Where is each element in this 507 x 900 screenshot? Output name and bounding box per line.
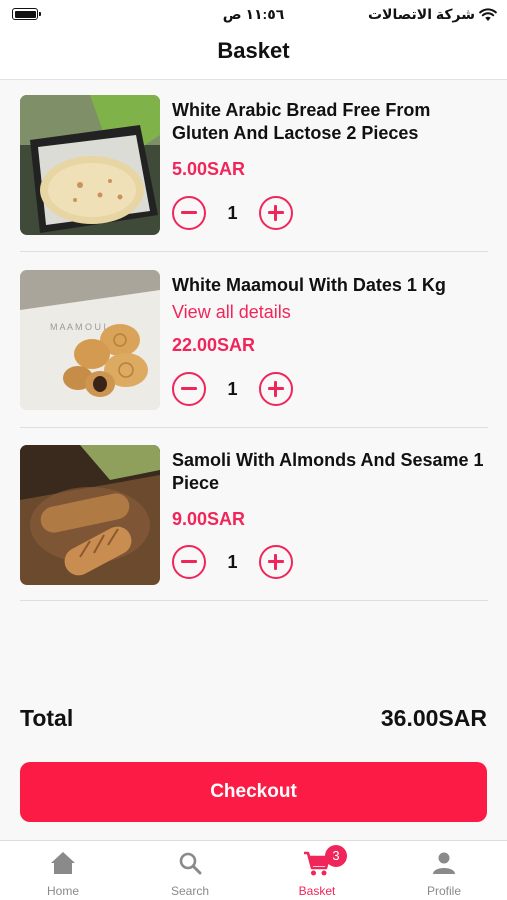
total-label: Total <box>20 705 74 731</box>
quantity-stepper: 1 <box>172 372 293 406</box>
product-price: 22.00SAR <box>172 335 256 355</box>
quantity-stepper: 1 <box>172 545 293 579</box>
decrease-quantity-button[interactable] <box>172 196 206 230</box>
tab-profile[interactable]: Profile <box>381 841 507 900</box>
product-image-arabic-bread[interactable] <box>20 95 160 235</box>
header: Basket <box>0 28 507 80</box>
product-image-maamoul[interactable]: M A A M O U L <box>20 270 160 410</box>
tab-label: Home <box>46 884 79 898</box>
carrier-name: شركة الاتصالات <box>367 6 475 22</box>
tab-bar: Home Search 3 Basket Profile <box>0 840 507 900</box>
view-details-link[interactable]: View all details <box>172 302 291 323</box>
product-image-samoli-bread[interactable] <box>20 445 160 585</box>
quantity-value: 1 <box>227 552 238 572</box>
tab-label: Profile <box>426 884 461 898</box>
page-title: Basket <box>217 38 290 63</box>
status-carrier-group: شركة الاتصالات <box>368 6 497 23</box>
basket-item: M A A M O U L White Maamoul With Dates 1… <box>20 270 488 428</box>
increase-quantity-button[interactable] <box>259 545 293 579</box>
decrease-quantity-button[interactable] <box>172 372 206 406</box>
product-name: Samoli With Almonds And Sesame 1 Piece <box>172 450 484 493</box>
tab-label: Search <box>170 884 210 898</box>
search-icon <box>178 851 202 875</box>
tab-label: Basket <box>298 884 336 898</box>
cart-count-badge: 3 <box>325 845 347 867</box>
status-bar: ١١:٥٦ ص شركة الاتصالات <box>0 0 507 28</box>
decrease-quantity-button[interactable] <box>172 545 206 579</box>
basket-item: Samoli With Almonds And Sesame 1 Piece 9… <box>20 445 488 601</box>
increase-quantity-button[interactable] <box>259 372 293 406</box>
product-name: White Maamoul With Dates 1 Kg <box>172 275 446 295</box>
increase-quantity-button[interactable] <box>259 196 293 230</box>
product-price: 5.00SAR <box>172 159 246 179</box>
basket-item: White Arabic Bread Free From Gluten And … <box>20 95 488 252</box>
person-icon <box>432 851 456 875</box>
svg-text:M A A M O U L: M A A M O U L <box>50 322 109 332</box>
wifi-icon <box>479 7 497 22</box>
quantity-value: 1 <box>227 203 238 223</box>
tab-search[interactable]: Search <box>127 841 253 900</box>
product-name: White Arabic Bread Free From Gluten And … <box>172 100 431 143</box>
checkout-button[interactable]: Checkout <box>20 762 487 822</box>
product-price: 9.00SAR <box>172 509 246 529</box>
quantity-stepper: 1 <box>172 196 293 230</box>
home-icon <box>50 851 76 875</box>
total-value: 36.00SAR <box>380 705 487 731</box>
tab-basket[interactable]: 3 Basket <box>254 841 380 900</box>
quantity-value: 1 <box>227 379 238 399</box>
tab-home[interactable]: Home <box>0 841 126 900</box>
